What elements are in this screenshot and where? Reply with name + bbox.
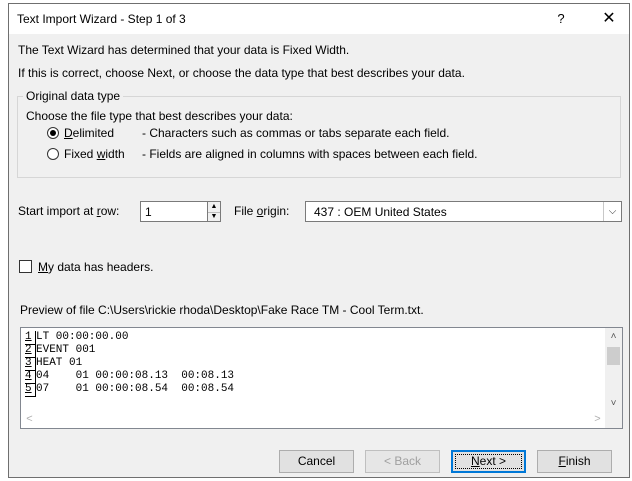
horizontal-scrollbar[interactable]: < >	[21, 411, 606, 428]
intro-line-2: If this is correct, choose Next, or choo…	[18, 66, 465, 80]
intro-line-1: The Text Wizard has determined that your…	[18, 43, 350, 57]
file-preview[interactable]: 1 LT 00:00:00.00 2 EVENT 001 3 HEAT 01 4 04 …	[20, 327, 623, 429]
start-row-input[interactable]: 1	[140, 201, 208, 222]
cancel-button[interactable]: Cancel	[279, 450, 354, 473]
scroll-up-icon[interactable]: ˄	[605, 328, 622, 345]
row-number: 1	[25, 331, 36, 345]
back-button[interactable]: < Back	[365, 450, 440, 473]
preview-row: 4 04 01 00:00:08.13 00:08.13	[25, 370, 235, 384]
chevron-down-icon[interactable]: ⌵	[603, 202, 621, 221]
start-row-label: Start import at row:	[18, 204, 120, 218]
preview-label: Preview of file C:\Users\rickie rhoda\De…	[20, 303, 424, 317]
row-number: 3	[25, 357, 36, 371]
preview-row: 2 EVENT 001	[25, 344, 234, 358]
preview-rows: 1 LT 00:00:00.00 2 EVENT 001 3 HEAT 01 4 04 …	[25, 331, 235, 397]
delimited-label[interactable]: Delimited	[64, 126, 114, 140]
focus-ring	[455, 454, 522, 469]
file-origin-label: File origin:	[234, 204, 290, 218]
row-number: 4	[25, 370, 36, 384]
scroll-right-icon[interactable]: >	[589, 411, 606, 428]
start-row-spinner[interactable]: ▲ ▼	[208, 201, 221, 222]
scroll-thumb[interactable]	[607, 347, 620, 365]
preview-row: 1 LT 00:00:00.00	[25, 331, 234, 345]
delimited-radio[interactable]	[47, 127, 59, 139]
delimited-description: - Characters such as commas or tabs sepa…	[142, 126, 450, 140]
next-button[interactable]: Next >	[451, 450, 526, 473]
original-data-type-group: Original data type Choose the file type …	[17, 89, 621, 178]
text-import-wizard-dialog: Text Import Wizard - Step 1 of 3 ? ✕ The…	[8, 3, 630, 478]
close-icon[interactable]: ✕	[589, 8, 629, 30]
row-text: LT 00:00:00.00	[36, 331, 129, 343]
title-bar: Text Import Wizard - Step 1 of 3 ? ✕	[9, 4, 629, 34]
row-number: 2	[25, 344, 36, 358]
group-legend: Original data type	[23, 89, 124, 103]
preview-row: 5 07 01 00:00:08.54 00:08.54	[25, 383, 235, 397]
file-origin-value: 437 : OEM United States	[314, 205, 447, 219]
fixed-width-label[interactable]: Fixed width	[64, 147, 125, 161]
row-number: 5	[25, 383, 36, 397]
headers-label[interactable]: My data has headers.	[38, 260, 153, 274]
row-text: 07 01 00:00:08.54 00:08.54	[36, 383, 235, 395]
scroll-down-icon[interactable]: ˅	[605, 395, 622, 412]
row-text: 04 01 00:00:08.13 00:08.13	[36, 370, 235, 382]
row-text: HEAT 01	[36, 357, 83, 369]
file-type-prompt: Choose the file type that best describes…	[26, 109, 293, 123]
file-origin-select[interactable]: 437 : OEM United States ⌵	[305, 201, 622, 222]
preview-row: 3 HEAT 01	[25, 357, 234, 371]
finish-button[interactable]: Finish	[537, 450, 612, 473]
help-button[interactable]: ?	[541, 8, 581, 30]
vertical-scrollbar[interactable]: ˄ ˅	[605, 328, 622, 412]
row-text: EVENT 001	[36, 344, 96, 356]
spin-down-icon[interactable]: ▼	[208, 212, 220, 222]
fixed-width-description: - Fields are aligned in columns with spa…	[142, 147, 478, 161]
dialog-title: Text Import Wizard - Step 1 of 3	[17, 12, 186, 26]
scroll-left-icon[interactable]: <	[21, 411, 38, 428]
scrollbar-corner	[605, 411, 622, 428]
fixed-width-radio[interactable]	[47, 148, 59, 160]
headers-checkbox[interactable]	[19, 260, 32, 273]
